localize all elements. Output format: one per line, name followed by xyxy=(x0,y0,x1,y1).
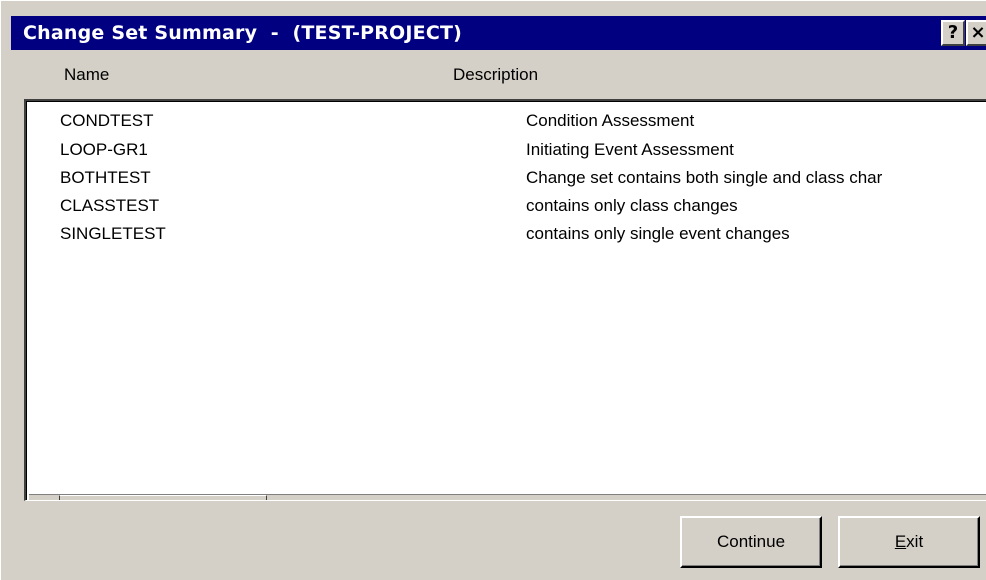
item-name: SINGLETEST xyxy=(60,224,166,243)
list-item[interactable]: LOOP-GR1 Initiating Event Assessment xyxy=(26,140,986,164)
item-description: Initiating Event Assessment xyxy=(526,140,734,159)
question-mark-icon: ? xyxy=(947,22,959,43)
item-name: BOTHTEST xyxy=(60,168,151,187)
column-header-description[interactable]: Description xyxy=(453,65,538,85)
item-name: CLASSTEST xyxy=(60,196,160,215)
list-item[interactable]: CLASSTEST contains only class changes xyxy=(26,196,986,220)
continue-button[interactable]: Continue xyxy=(680,516,822,568)
exit-button[interactable]: Exit xyxy=(838,516,980,568)
title-bar[interactable]: Change Set Summary - (TEST-PROJECT) ? × xyxy=(11,16,986,50)
exit-mnemonic: E xyxy=(894,532,907,551)
list-item[interactable]: CONDTEST Condition Assessment xyxy=(26,111,986,135)
exit-label: xit xyxy=(906,532,924,551)
change-set-summary-dialog: Change Set Summary - (TEST-PROJECT) ? × … xyxy=(0,0,986,580)
close-icon: × xyxy=(970,22,986,43)
list-item[interactable]: SINGLETEST contains only single event ch… xyxy=(26,224,986,248)
scrollbar-thumb[interactable] xyxy=(59,495,267,500)
item-description: Condition Assessment xyxy=(526,111,695,130)
change-set-list[interactable]: CONDTEST Condition Assessment LOOP-GR1 I… xyxy=(24,99,986,501)
item-description: Change set contains both single and clas… xyxy=(526,168,883,187)
item-description: contains only class changes xyxy=(526,196,738,215)
close-button[interactable]: × xyxy=(966,20,986,46)
list-item[interactable]: BOTHTEST Change set contains both single… xyxy=(26,168,986,192)
column-header-name[interactable]: Name xyxy=(64,65,109,85)
item-name: LOOP-GR1 xyxy=(60,140,148,159)
help-button[interactable]: ? xyxy=(941,20,965,46)
window-title: Change Set Summary - (TEST-PROJECT) xyxy=(23,22,463,44)
item-description: contains only single event changes xyxy=(526,224,790,243)
horizontal-scrollbar[interactable] xyxy=(29,494,986,500)
item-name: CONDTEST xyxy=(60,111,154,130)
